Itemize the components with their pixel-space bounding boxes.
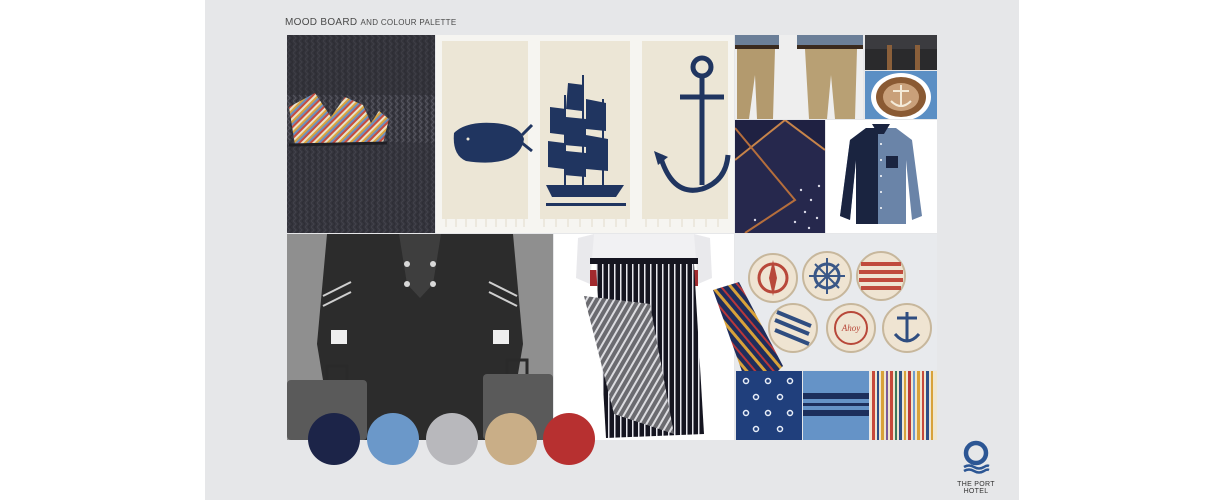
palette-swatch-sand [485,413,537,465]
port-hotel-logo-icon [963,440,990,474]
lifebuoy-print-swatch [736,371,802,440]
pocket-square-image [287,35,435,233]
palette-swatch-silver-grey [426,413,478,465]
blue-stripe-swatch [803,371,869,440]
logo-label: THE PORT HOTEL [957,481,995,495]
title-main: MOOD BOARD [285,17,358,28]
khaki-trousers-image [735,35,863,119]
latte-art-image [865,71,937,119]
palette-swatch-steel-blue [367,413,419,465]
ahoy-badge-text: Ahoy [841,323,861,333]
bellboy-image [287,234,553,440]
hotel-logo: THE PORT HOTEL [945,440,1007,495]
suspenders-image [865,35,937,70]
tea-towels-image [436,35,734,233]
title-sub: AND COLOUR PALETTE [360,18,457,27]
mood-board: MOOD BOARD AND COLOUR PALETTE Ahoy THE P… [205,0,1019,500]
piped-pocket-square-image [735,120,825,233]
palette-swatch-navy [308,413,360,465]
multi-stripe-swatch [870,371,937,440]
chambray-shirt-image [826,120,937,233]
page-title: MOOD BOARD AND COLOUR PALETTE [285,17,456,28]
palette-swatch-red [543,413,595,465]
